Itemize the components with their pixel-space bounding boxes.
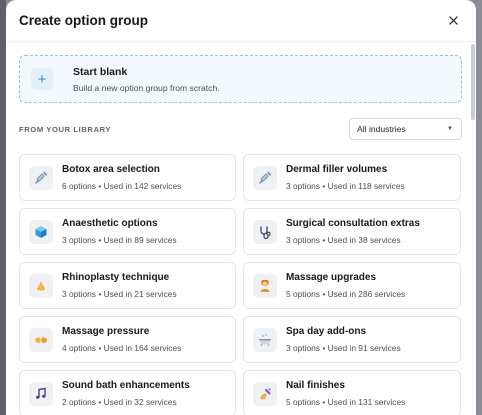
library-card[interactable]: Spa day add-ons 3 options • Used in 91 s…	[243, 316, 461, 363]
card-meta: 3 options • Used in 91 services	[286, 343, 401, 353]
dialog-header: Create option group	[6, 0, 476, 42]
library-card[interactable]: Rhinoplasty technique 3 options • Used i…	[19, 262, 236, 309]
start-blank-subtitle: Build a new option group from scratch.	[73, 82, 220, 93]
start-blank-title: Start blank	[73, 65, 128, 78]
card-title: Dermal filler volumes	[286, 164, 388, 175]
card-meta: 3 options • Used in 118 services	[286, 181, 405, 191]
card-title: Nail finishes	[286, 380, 345, 391]
library-card[interactable]: Massage upgrades 5 options • Used in 286…	[243, 262, 461, 309]
library-card[interactable]: Massage pressure 4 options • Used in 164…	[19, 316, 236, 363]
card-title: Anaesthetic options	[62, 218, 158, 229]
library-card[interactable]: Nail finishes 5 options • Used in 131 se…	[243, 370, 461, 415]
close-icon	[448, 16, 458, 25]
person-massage-icon	[253, 273, 277, 298]
library-grid: Botox area selection 6 options • Used in…	[19, 154, 462, 415]
industry-select-value: All industries	[357, 124, 406, 134]
syringe-icon	[29, 165, 53, 190]
library-card[interactable]: Surgical consultation extras 3 options •…	[243, 208, 461, 255]
create-option-group-dialog: Create option group + Start blank Build …	[6, 0, 476, 415]
card-title: Sound bath enhancements	[62, 380, 190, 391]
card-title: Spa day add-ons	[286, 326, 367, 337]
dialog-body: + Start blank Build a new option group f…	[6, 42, 476, 415]
stethoscope-icon	[253, 219, 277, 244]
card-meta: 2 options • Used in 32 services	[62, 397, 177, 407]
nail-polish-icon	[253, 381, 277, 406]
scrollbar-thumb[interactable]	[471, 44, 475, 120]
card-meta: 4 options • Used in 164 services	[62, 343, 182, 353]
card-title: Botox area selection	[62, 164, 160, 175]
library-header: FROM YOUR LIBRARY All industries ▼	[19, 118, 462, 140]
hands-icon	[29, 327, 53, 352]
library-card[interactable]: Botox area selection 6 options • Used in…	[19, 154, 236, 201]
card-title: Surgical consultation extras	[286, 218, 420, 229]
close-button[interactable]	[444, 12, 462, 30]
card-meta: 5 options • Used in 131 services	[286, 397, 406, 407]
library-label: FROM YOUR LIBRARY	[19, 124, 112, 134]
card-meta: 3 options • Used in 89 services	[62, 235, 177, 245]
plus-icon: +	[31, 68, 53, 90]
nose-icon	[29, 273, 53, 298]
card-title: Massage pressure	[62, 326, 150, 337]
library-card[interactable]: Dermal filler volumes 3 options • Used i…	[243, 154, 461, 201]
card-meta: 3 options • Used in 21 services	[62, 289, 177, 299]
chevron-down-icon: ▼	[447, 126, 453, 132]
card-meta: 5 options • Used in 286 services	[286, 289, 406, 299]
cube-icon	[29, 219, 53, 244]
library-card[interactable]: Sound bath enhancements 2 options • Used…	[19, 370, 236, 415]
card-title: Massage upgrades	[286, 272, 377, 283]
bathtub-icon	[253, 327, 277, 352]
card-meta: 3 options • Used in 38 services	[286, 235, 401, 245]
industry-select[interactable]: All industries ▼	[349, 118, 462, 140]
start-blank-option[interactable]: + Start blank Build a new option group f…	[19, 55, 462, 103]
library-card[interactable]: Anaesthetic options 3 options • Used in …	[19, 208, 236, 255]
syringe-icon	[253, 165, 277, 190]
card-meta: 6 options • Used in 142 services	[62, 181, 182, 191]
music-note-icon	[29, 381, 53, 406]
dialog-title: Create option group	[19, 13, 148, 28]
card-title: Rhinoplasty technique	[62, 272, 170, 283]
